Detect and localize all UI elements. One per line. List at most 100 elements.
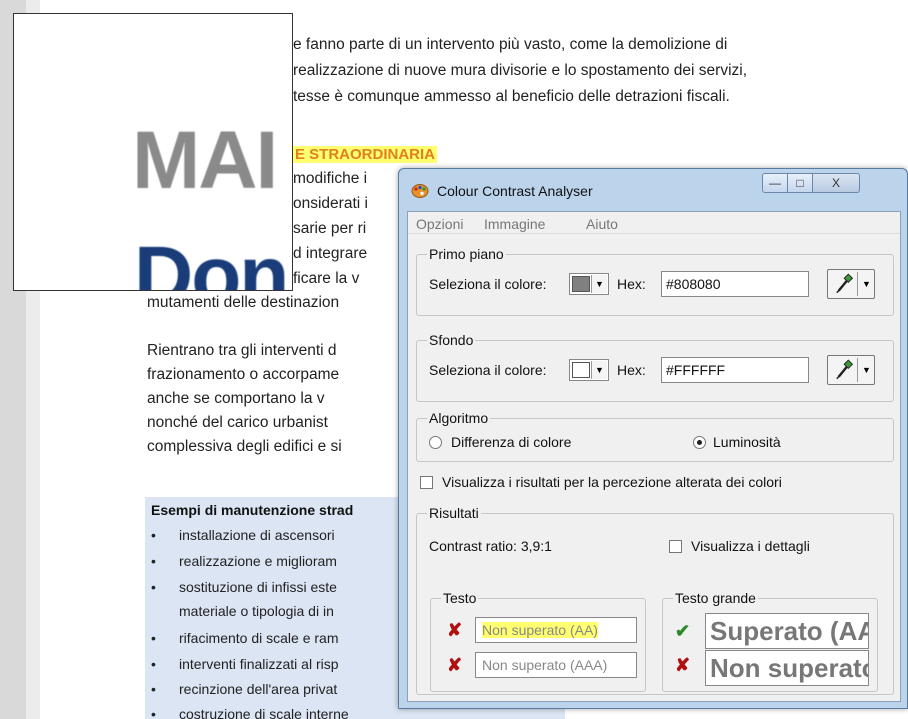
chevron-down-icon: ▼ — [862, 365, 871, 375]
menu-aiuto[interactable]: Aiuto — [586, 216, 618, 232]
foreground-hex-input[interactable] — [661, 271, 809, 297]
bullet-icon: • — [151, 706, 156, 719]
background-color-dropdown[interactable]: ▼ — [569, 359, 609, 381]
foreground-swatch — [572, 276, 590, 292]
radio-luminosita[interactable] — [693, 436, 706, 449]
list-item-text: interventi finalizzati al risp — [179, 656, 339, 672]
doc-line: anche se comportano la v — [147, 390, 325, 407]
doc-line: d integrare — [293, 245, 368, 262]
magnifier-window: MAI Don — [13, 13, 293, 291]
doc-line: Rientrano tra gli interventi d — [147, 342, 337, 359]
contrast-ratio: Contrast ratio: 3,9:1 — [429, 538, 552, 554]
text-aaa-result: Non superato (AAA) — [475, 652, 637, 678]
chevron-down-icon: ▼ — [591, 361, 607, 379]
list-item: • realizzazione e miglioram — [151, 553, 337, 569]
background-swatch — [572, 362, 590, 378]
menu-bar: Opzioni Immagine Aiuto — [408, 212, 900, 234]
foreground-hex-label: Hex: — [617, 276, 646, 292]
pass-icon: ✔ — [675, 621, 691, 641]
bullet-icon: • — [151, 630, 156, 646]
list-item-text: rifacimento di scale e ram — [179, 630, 339, 646]
doc-line: complessiva degli edifici e si — [147, 438, 342, 455]
bullet-icon: • — [151, 527, 156, 543]
bullet-icon: • — [151, 681, 156, 697]
foreground-picker-button[interactable]: ▼ — [827, 269, 875, 299]
close-button[interactable]: X — [812, 173, 860, 193]
list-item: • installazione di ascensori — [151, 527, 335, 543]
radio-differenza[interactable] — [429, 436, 442, 449]
altered-perception-label[interactable]: Visualizza i risultati per la percezione… — [442, 474, 782, 490]
foreground-color-dropdown[interactable]: ▼ — [569, 273, 609, 295]
large-text-results-group: Testo grande ✔ Superato (AA) ✘ Non super… — [662, 590, 878, 692]
maximize-button[interactable]: □ — [787, 173, 813, 193]
doc-line: modifiche i — [293, 170, 368, 187]
large-text-group-label: Testo grande — [673, 590, 758, 606]
doc-line: realizzazione di nuove mura divisorie e … — [293, 62, 748, 79]
altered-perception-checkbox[interactable] — [420, 476, 433, 489]
window-title: Colour Contrast Analyser — [437, 183, 593, 199]
text-aa-value: Non superato (AA) — [482, 622, 598, 638]
list-item: • rifacimento di scale e ram — [151, 630, 339, 646]
large-aa-result: Superato (AA) — [705, 613, 869, 649]
results-group-label: Risultati — [427, 505, 481, 521]
doc-line: frazionamento o accorpame — [147, 366, 340, 383]
magnified-text: MAI — [132, 115, 278, 206]
fail-icon: ✘ — [675, 655, 691, 675]
algorithm-group-label: Algoritmo — [427, 410, 491, 426]
list-item: • interventi finalizzati al risp — [151, 656, 339, 672]
text-results-group: Testo ✘ Non superato (AA) ✘ Non superato… — [430, 590, 646, 692]
window-client-area: Opzioni Immagine Aiuto Primo piano Selez… — [407, 211, 901, 702]
large-aaa-result: Non superato — [705, 650, 869, 686]
bullet-icon: • — [151, 579, 156, 595]
fail-icon: ✘ — [447, 620, 463, 640]
menu-immagine[interactable]: Immagine — [484, 216, 545, 232]
chevron-down-icon: ▼ — [862, 279, 871, 289]
title-bar[interactable]: Colour Contrast Analyser — □ X — [399, 169, 907, 211]
palette-icon — [411, 184, 429, 198]
examples-title: Esempi di manutenzione strad — [151, 502, 354, 518]
eyedropper-icon — [836, 272, 858, 296]
magnified-text: Don — [134, 230, 289, 291]
list-item: • costruzione di scale interne — [151, 706, 349, 719]
doc-heading: E STRAORDINARIA — [293, 146, 438, 163]
background-group-label: Sfondo — [427, 332, 476, 348]
eyedropper-icon — [836, 358, 858, 382]
doc-line: onsiderati i — [293, 195, 368, 212]
background-hex-label: Hex: — [617, 362, 646, 378]
bullet-icon: • — [151, 656, 156, 672]
doc-line: sarie per ri — [293, 220, 367, 237]
list-item-text: realizzazione e miglioram — [179, 553, 337, 569]
list-item-text: sostituzione di infissi este — [179, 579, 337, 595]
list-item-continuation: materiale o tipologia di in — [179, 603, 334, 619]
chevron-down-icon: ▼ — [591, 275, 607, 293]
list-item: • sostituzione di infissi este — [151, 579, 337, 595]
details-checkbox[interactable] — [669, 540, 682, 553]
doc-line: nonché del carico urbanist — [147, 414, 328, 431]
bullet-icon: • — [151, 553, 156, 569]
doc-line: e fanno parte di un intervento più vasto… — [293, 36, 728, 53]
doc-line: tesse è comunque ammesso al beneficio de… — [293, 88, 730, 105]
algorithm-group: Algoritmo Differenza di colore Luminosit… — [416, 410, 894, 462]
background-picker-button[interactable]: ▼ — [827, 355, 875, 385]
background-hex-input[interactable] — [661, 357, 809, 383]
foreground-select-label: Seleziona il colore: — [429, 276, 547, 292]
fail-icon: ✘ — [447, 655, 463, 675]
list-item-text: installazione di ascensori — [179, 527, 335, 543]
radio-differenza-label[interactable]: Differenza di colore — [451, 434, 571, 450]
background-select-label: Seleziona il colore: — [429, 362, 547, 378]
minimize-button[interactable]: — — [762, 173, 788, 193]
details-label[interactable]: Visualizza i dettagli — [691, 538, 810, 554]
foreground-group: Primo piano Seleziona il colore: ▼ Hex: … — [416, 246, 894, 316]
foreground-group-label: Primo piano — [427, 246, 506, 262]
menu-opzioni[interactable]: Opzioni — [416, 216, 463, 232]
background-group: Sfondo Seleziona il colore: ▼ Hex: ▼ — [416, 332, 894, 402]
doc-line: mutamenti delle destinazion — [147, 294, 340, 311]
radio-luminosita-label[interactable]: Luminosità — [713, 434, 781, 450]
doc-line: ficare la v — [293, 270, 360, 287]
text-aa-result: Non superato (AA) — [475, 617, 637, 643]
list-item-text: costruzione di scale interne — [179, 706, 349, 719]
text-group-label: Testo — [441, 590, 479, 606]
list-item: • recinzione dell'area privat — [151, 681, 337, 697]
contrast-analyser-window: Colour Contrast Analyser — □ X Opzioni I… — [398, 168, 908, 709]
list-item-text: recinzione dell'area privat — [179, 681, 338, 697]
